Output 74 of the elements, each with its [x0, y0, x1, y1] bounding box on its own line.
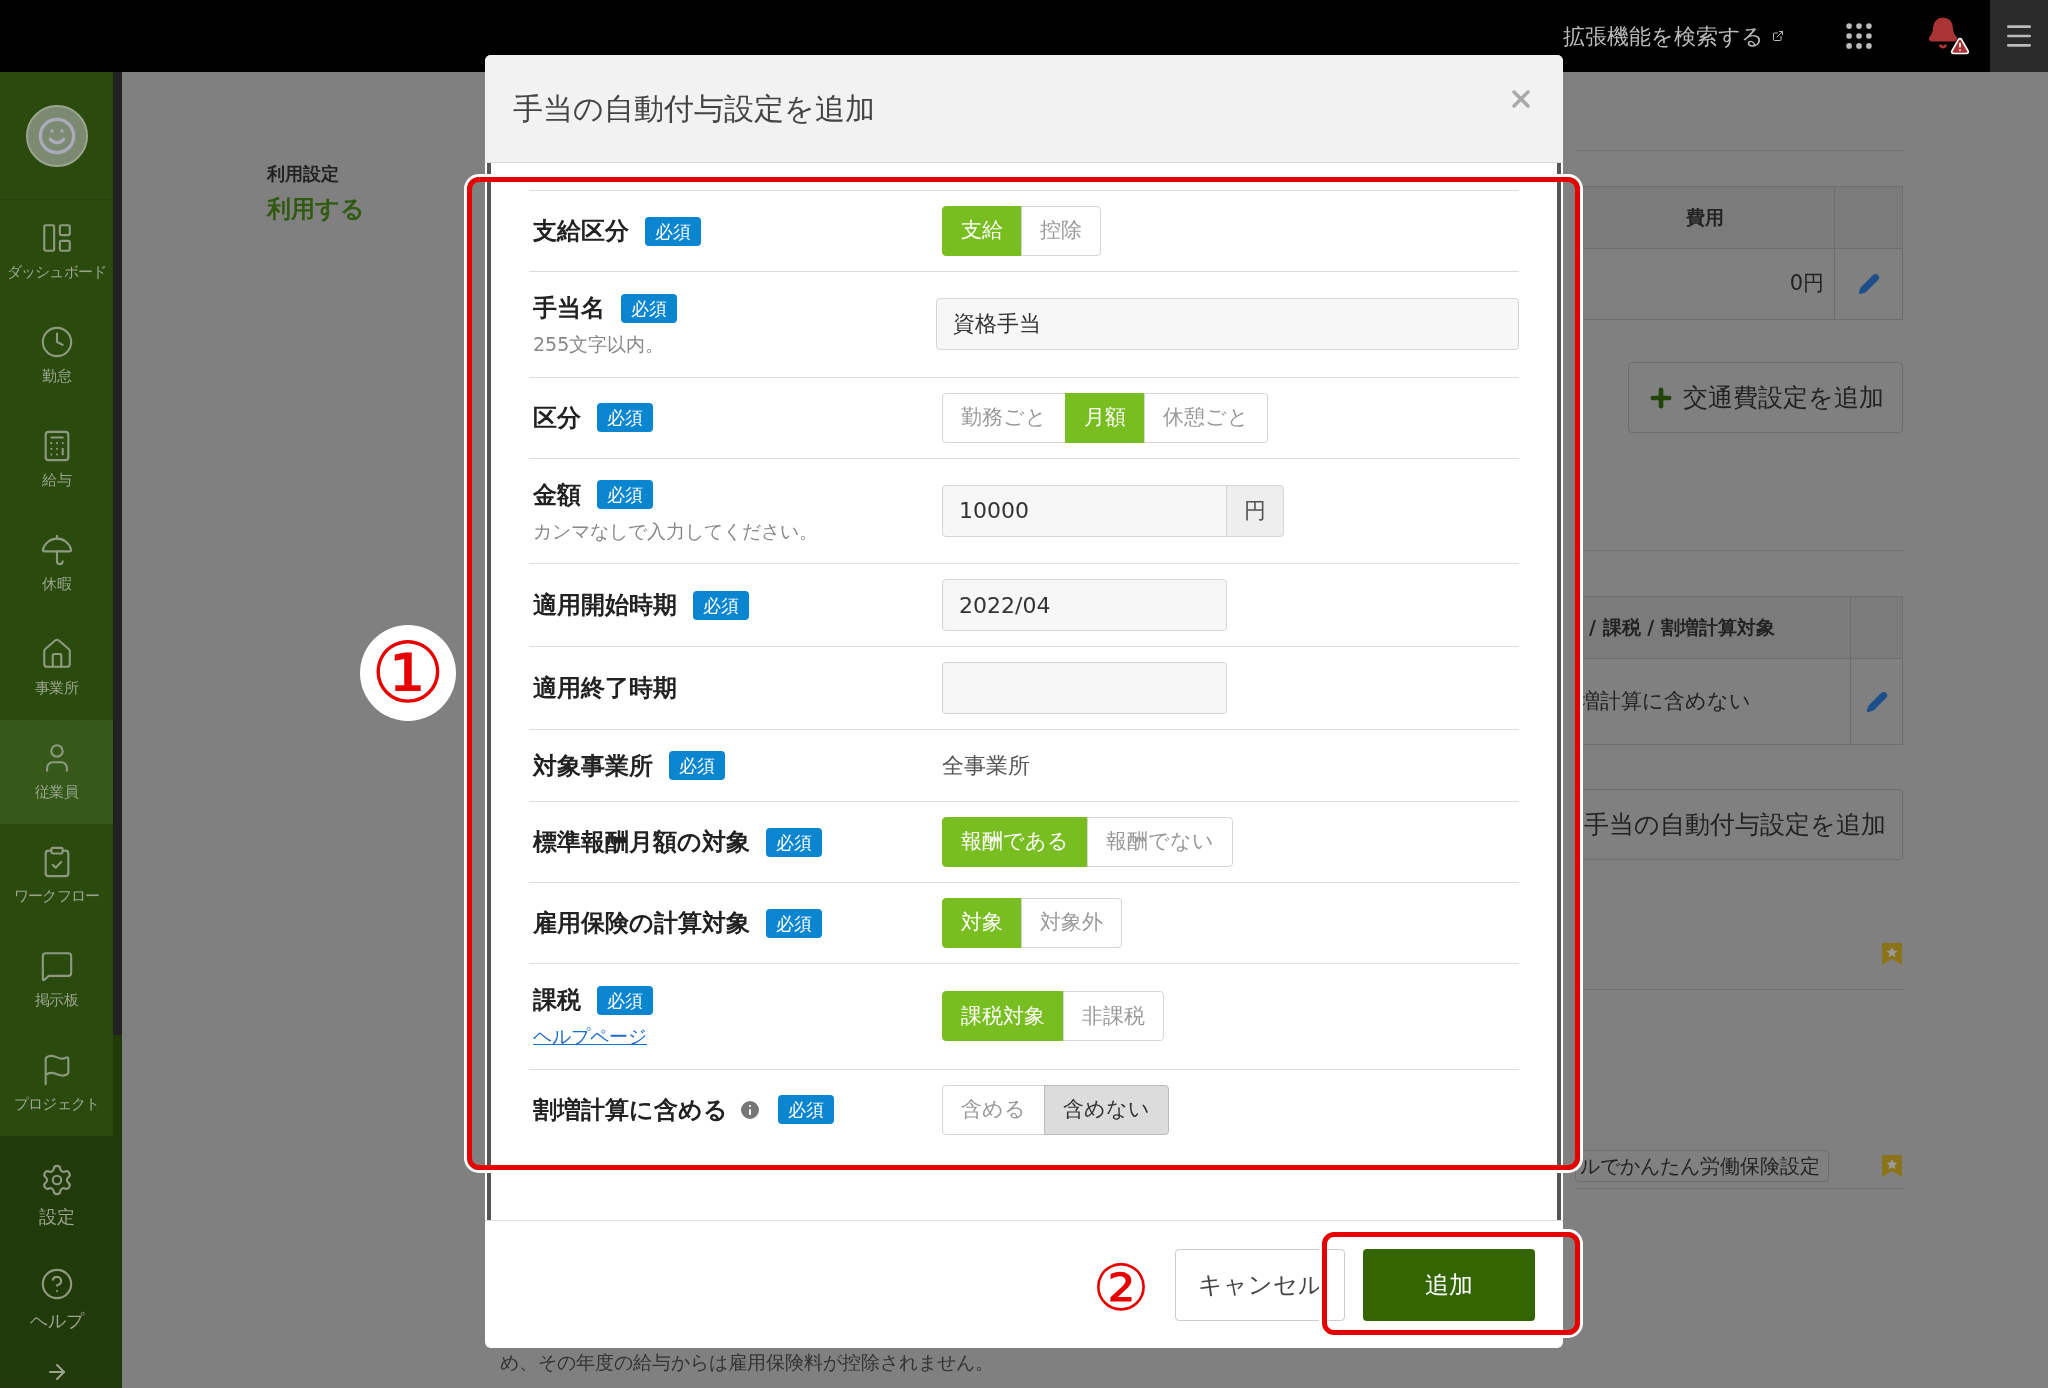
footer-note: め、その年度の給与からは雇用保険料が控除されません。 — [499, 1349, 995, 1375]
toggle-option[interactable]: 勤務ごと — [942, 392, 1066, 443]
help-link[interactable]: ヘルプページ — [533, 1022, 647, 1051]
required-badge: 必須 — [669, 751, 725, 780]
annotation-number: ① — [360, 625, 456, 721]
field-label: 区分 — [533, 402, 581, 434]
toggle-option[interactable]: 対象外 — [1021, 898, 1122, 948]
external-link-icon — [1772, 30, 1784, 42]
bookmark-star-icon[interactable] — [1881, 942, 1903, 966]
sidebar-item[interactable]: 事業所 — [0, 616, 113, 720]
field-label: 標準報酬月額の対象 — [533, 827, 750, 858]
field-label: 課税 — [533, 985, 581, 1016]
toggle-option[interactable]: 含めない — [1044, 1084, 1169, 1135]
required-badge: 必須 — [621, 293, 677, 323]
required-badge: 必須 — [645, 216, 701, 246]
sidebar-item[interactable]: 給与 — [0, 408, 113, 512]
field-label: 支給区分 — [533, 216, 629, 247]
dialog-title: 手当の自動付与設定を追加 — [513, 90, 875, 128]
sidebar-item[interactable]: 休暇 — [0, 512, 113, 616]
notification-bell-icon[interactable] — [1926, 16, 1970, 56]
toggle-option[interactable]: 対象 — [942, 898, 1022, 948]
amount-input[interactable]: 10000 — [942, 484, 1227, 537]
field-value: 全事業所 — [942, 752, 1030, 780]
required-badge: 必須 — [766, 827, 822, 857]
toggle-option[interactable]: 含める — [942, 1084, 1045, 1135]
field-label: 金額 — [533, 479, 581, 511]
column-header: / 課税 / 割増計算対象 — [1588, 615, 1776, 641]
text-input[interactable]: 資格手当 — [936, 298, 1519, 351]
toggle-option[interactable]: 支給 — [942, 206, 1022, 256]
menu-button[interactable] — [1990, 0, 2048, 72]
field-label: 適用開始時期 — [533, 590, 677, 621]
required-badge: 必須 — [597, 480, 653, 509]
required-badge: 必須 — [766, 908, 822, 938]
required-badge: 必須 — [778, 1095, 834, 1124]
sidebar-item[interactable]: ワークフロー — [0, 824, 113, 928]
toggle-option[interactable]: 控除 — [1021, 206, 1101, 256]
column-header: 費用 — [1684, 205, 1725, 231]
clock-icon — [39, 324, 74, 359]
sidebar-item[interactable]: 設定 — [0, 1144, 113, 1248]
setting-label: 利用設定 — [267, 162, 340, 186]
submit-button[interactable]: 追加 — [1363, 1249, 1535, 1321]
required-badge: 必須 — [597, 985, 653, 1015]
unit-label: 円 — [1226, 484, 1284, 537]
field-label: 対象事業所 — [533, 750, 653, 782]
add-transport-button[interactable]: 交通費設定を追加 — [1628, 362, 1903, 433]
field-label: 雇用保険の計算対象 — [533, 908, 750, 939]
tag[interactable]: ルでかんたん労働保険設定 — [1575, 1150, 1829, 1182]
sidebar-item[interactable]: 勤怠 — [0, 304, 113, 408]
toggle-option[interactable]: 休憩ごと — [1144, 392, 1268, 443]
field-note: カンマなしで入力してください。 — [533, 518, 819, 544]
field-label: 手当名 — [533, 293, 605, 324]
date-input[interactable] — [942, 662, 1227, 714]
toggle-option[interactable]: 課税対象 — [942, 991, 1064, 1042]
sidebar-item[interactable]: 掲示板 — [0, 928, 113, 1032]
extension-search-link[interactable]: 拡張機能を検索する — [1563, 19, 1784, 53]
toggle-option[interactable]: 非課税 — [1063, 991, 1164, 1042]
bookmark-star-icon[interactable] — [1881, 1154, 1903, 1178]
required-badge: 必須 — [597, 403, 653, 432]
sidebar-item[interactable]: ダッシュボード — [0, 200, 113, 304]
toggle-option[interactable]: 月額 — [1065, 392, 1145, 443]
sidebar-item[interactable]: プロジェクト — [0, 1032, 113, 1136]
table-cell-text: 0円 — [1788, 270, 1825, 298]
umbrella-icon — [39, 532, 74, 567]
field-label: 割増計算に含める — [533, 1094, 728, 1126]
help-icon — [39, 1266, 74, 1301]
required-badge: 必須 — [693, 590, 749, 620]
date-input[interactable]: 2022/04 — [942, 579, 1227, 631]
toggle-option[interactable]: 報酬でない — [1087, 817, 1233, 867]
field-label: 適用終了時期 — [533, 673, 677, 704]
toggle-option[interactable]: 報酬である — [942, 817, 1088, 867]
setting-value: 利用する — [267, 194, 365, 225]
sidebar-item[interactable]: ヘルプ — [0, 1248, 113, 1352]
sidebar-item[interactable]: 従業員 — [0, 720, 113, 824]
field-note: 255文字以内。 — [533, 332, 666, 357]
